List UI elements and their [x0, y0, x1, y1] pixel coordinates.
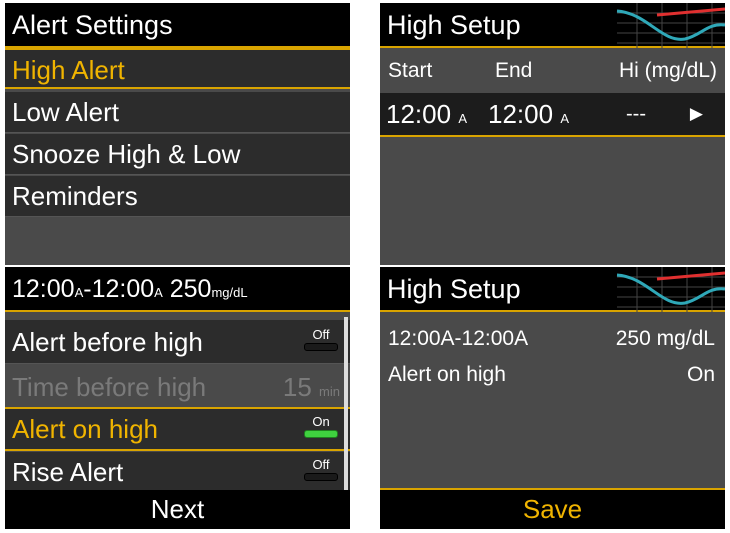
option-time-before-high: Time before high 15 min [5, 366, 350, 409]
title-unit: mg/dL [211, 285, 248, 300]
glucose-graph-icon [616, 3, 725, 48]
option-alert-on-high[interactable]: Alert on high On [5, 407, 350, 451]
summary-segment: 12:00A-12:00A [388, 327, 529, 350]
alert-settings-title: Alert Settings [5, 3, 350, 48]
title-separator: - [83, 275, 92, 303]
summary-segment-row: 12:00A-12:00A 250 mg/dL [388, 327, 715, 351]
column-end: End [495, 59, 533, 82]
summary-alert-value: On [686, 363, 715, 386]
alert-on-high-toggle[interactable]: On [304, 415, 338, 438]
segment-end: 12:00 A [488, 93, 569, 140]
column-headers: Start End Hi (mg/dL) [380, 50, 725, 93]
title-value: 250 [169, 275, 212, 303]
toggle-bar [304, 343, 338, 351]
high-setup-list-screen: High Setup Start End Hi (mg/dL) 12:00 A … [380, 3, 725, 265]
title-start-ampm: A [74, 285, 84, 300]
toggle-state: Off [312, 457, 330, 472]
high-setup-title: High Setup [380, 3, 725, 48]
time-before-high-value: 15 min [283, 366, 340, 413]
segment-start-time: 12:00 [386, 99, 452, 129]
segment-hi-value: --- [626, 103, 646, 125]
toggle-bar [304, 430, 338, 438]
toggle-state: Off [312, 327, 330, 342]
summary-segment-value: 250 mg/dL [615, 327, 715, 350]
scrollbar[interactable] [344, 317, 348, 503]
column-hi: Hi (mg/dL) [618, 59, 717, 82]
segment-start: 12:00 A [386, 93, 467, 140]
summary-title-text: High Setup [387, 274, 521, 304]
menu-item-snooze-high-low[interactable]: Snooze High & Low [5, 134, 350, 175]
glucose-graph-icon [616, 267, 725, 312]
menu-item-reminders[interactable]: Reminders [5, 176, 350, 217]
segment-end-ampm: A [560, 111, 569, 126]
next-button[interactable]: Next [5, 490, 350, 529]
segment-row[interactable]: 12:00 A 12:00 A --- ▶ [380, 93, 725, 137]
option-label: Alert on high [12, 414, 158, 444]
title-start-time: 12:00 [12, 275, 75, 303]
segment-end-time: 12:00 [488, 99, 554, 129]
menu-item-low-alert[interactable]: Low Alert [5, 92, 350, 133]
summary-title: High Setup [380, 267, 725, 312]
option-rise-alert[interactable]: Rise Alert Off [5, 452, 350, 492]
segment-start-ampm: A [458, 111, 467, 126]
alert-before-high-toggle[interactable]: Off [304, 328, 338, 351]
option-label: Time before high [12, 372, 207, 402]
option-alert-before-high[interactable]: Alert before high Off [5, 320, 350, 364]
chevron-right-icon: ▶ [689, 104, 703, 123]
option-label: Rise Alert [12, 457, 124, 487]
summary-alert-row: Alert on high On [388, 363, 715, 387]
save-button[interactable]: Save [380, 488, 725, 529]
toggle-state: On [312, 414, 330, 429]
menu-item-high-alert[interactable]: High Alert [5, 48, 350, 89]
high-setup-title-text: High Setup [387, 10, 521, 40]
alert-settings-screen: Alert Settings High Alert Low Alert Snoo… [5, 3, 350, 265]
title-end-time: 12:00 [91, 275, 155, 303]
option-value: 15 [282, 372, 312, 402]
high-setup-summary-screen: High Setup 12:00A-12:00A 250 mg/dL Alert… [380, 267, 725, 529]
summary-alert-label: Alert on high [388, 363, 506, 386]
option-label: Alert before high [12, 327, 203, 357]
option-unit: min [319, 384, 340, 399]
segment-edit-screen: 12:00A-12:00A 250mg/dL Alert before high… [5, 267, 350, 529]
column-start: Start [388, 59, 433, 82]
toggle-bar [304, 473, 338, 481]
segment-edit-title: 12:00A-12:00A 250mg/dL [5, 267, 350, 312]
title-end-ampm: A [154, 285, 163, 300]
rise-alert-toggle[interactable]: Off [304, 458, 338, 481]
